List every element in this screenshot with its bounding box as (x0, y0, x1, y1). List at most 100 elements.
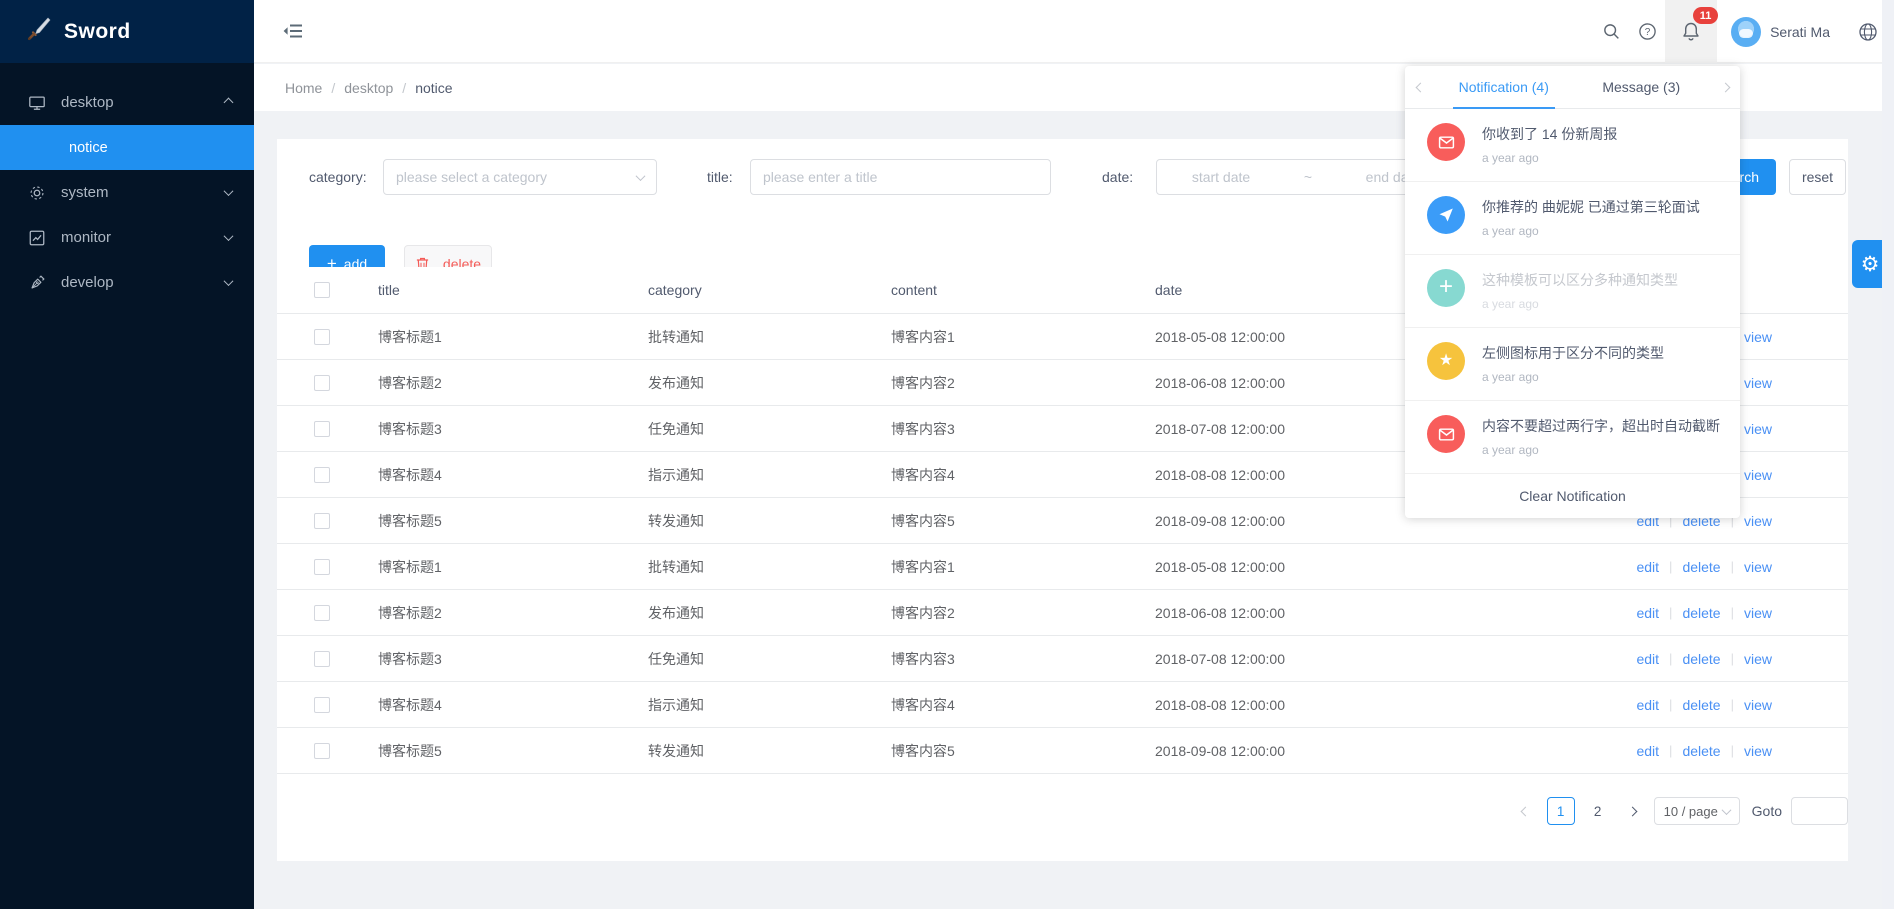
sidebar-item-label: monitor (61, 229, 225, 246)
notification-time: a year ago (1482, 297, 1678, 311)
row-action-delete[interactable]: delete (1682, 651, 1720, 667)
row-checkbox[interactable] (314, 513, 330, 529)
cell-title: 博客标题4 (378, 465, 648, 485)
cell-category: 发布通知 (648, 373, 891, 393)
action-separator: | (1669, 697, 1672, 712)
cell-date: 2018-07-08 12:00:00 (1155, 651, 1555, 667)
row-action-edit[interactable]: edit (1636, 651, 1659, 667)
tab-message[interactable]: Message (3) (1573, 66, 1711, 109)
tab-notification[interactable]: Notification (4) (1435, 66, 1573, 109)
row-checkbox[interactable] (314, 605, 330, 621)
pagination-prev-button[interactable] (1514, 797, 1538, 825)
notification-item[interactable]: 你收到了 14 份新周报a year ago (1405, 109, 1740, 182)
notification-title: 内容不要超过两行字，超出时自动截断 (1482, 418, 1720, 435)
page-size-select[interactable]: 10 / page (1654, 797, 1740, 825)
notification-item[interactable]: +这种模板可以区分多种通知类型a year ago (1405, 255, 1740, 328)
title-label: title: (707, 159, 733, 195)
sidebar-item-system[interactable]: system (0, 170, 254, 215)
reset-button[interactable]: reset (1789, 159, 1846, 195)
row-action-delete[interactable]: delete (1682, 697, 1720, 713)
tabs-prev-icon[interactable] (1405, 84, 1435, 91)
row-action-view[interactable]: view (1744, 513, 1772, 529)
row-action-view[interactable]: view (1744, 559, 1772, 575)
row-checkbox[interactable] (314, 467, 330, 483)
notification-bell-button[interactable]: 11 (1665, 0, 1717, 63)
row-checkbox[interactable] (314, 743, 330, 759)
notification-body: 内容不要超过两行字，超出时自动截断 a year ago (1482, 415, 1720, 457)
pagination-next-button[interactable] (1621, 797, 1645, 825)
sidebar-subitem-notice[interactable]: notice (0, 125, 254, 170)
goto-page-input[interactable] (1791, 797, 1848, 825)
row-action-view[interactable]: view (1744, 329, 1772, 345)
row-action-view[interactable]: view (1744, 743, 1772, 759)
row-checkbox[interactable] (314, 375, 330, 391)
notification-tabs: Notification (4)Message (3) (1405, 66, 1740, 109)
cell-category: 转发通知 (648, 511, 891, 531)
sidebar-collapse-icon[interactable] (282, 21, 304, 46)
cell-title: 博客标题2 (378, 373, 648, 393)
row-action-edit[interactable]: edit (1636, 697, 1659, 713)
row-checkbox[interactable] (314, 421, 330, 437)
cell-category: 发布通知 (648, 603, 891, 623)
cell-content: 博客内容1 (891, 557, 1155, 577)
row-action-edit[interactable]: edit (1636, 743, 1659, 759)
breadcrumb-separator: / (402, 80, 406, 96)
user-name[interactable]: Serati Ma (1770, 24, 1830, 40)
row-actions: edit|delete|view (1555, 605, 1772, 621)
notification-item[interactable]: 内容不要超过两行字，超出时自动截断 a year ago (1405, 401, 1740, 474)
pagination-page-2[interactable]: 2 (1584, 797, 1612, 825)
page-size-value: 10 / page (1664, 804, 1718, 819)
cell-content: 博客内容3 (891, 419, 1155, 439)
notification-item[interactable]: 你推荐的 曲妮妮 已通过第三轮面试a year ago (1405, 182, 1740, 255)
row-checkbox[interactable] (314, 651, 330, 667)
language-globe-icon[interactable] (1850, 0, 1886, 63)
row-action-edit[interactable]: edit (1636, 605, 1659, 621)
sidebar-item-desktop[interactable]: desktop (0, 80, 254, 125)
select-all-checkbox[interactable] (314, 282, 330, 298)
sidebar-item-develop[interactable]: develop (0, 260, 254, 305)
action-separator: | (1669, 605, 1672, 620)
avatar[interactable] (1731, 17, 1761, 47)
row-action-view[interactable]: view (1744, 375, 1772, 391)
cell-content: 博客内容3 (891, 649, 1155, 669)
search-icon[interactable] (1593, 0, 1629, 63)
cell-content: 博客内容5 (891, 741, 1155, 761)
table-row: 博客标题5转发通知博客内容52018-09-08 12:00:00edit|de… (277, 728, 1848, 774)
row-checkbox[interactable] (314, 559, 330, 575)
row-action-view[interactable]: view (1744, 467, 1772, 483)
row-action-edit[interactable]: edit (1636, 559, 1659, 575)
notification-time: a year ago (1482, 443, 1720, 457)
topbar: ? 11 Serati Ma (254, 0, 1894, 63)
table-row: 博客标题2发布通知博客内容22018-06-08 12:00:00edit|de… (277, 590, 1848, 636)
row-checkbox[interactable] (314, 697, 330, 713)
breadcrumb-item-Home[interactable]: Home (285, 80, 322, 96)
chevron-up-icon (224, 98, 234, 108)
row-checkbox[interactable] (314, 329, 330, 345)
row-action-view[interactable]: view (1744, 605, 1772, 621)
cell-content: 博客内容4 (891, 695, 1155, 715)
notification-title: 这种模板可以区分多种通知类型 (1482, 272, 1678, 289)
star-icon: ★ (1427, 342, 1465, 380)
row-action-view[interactable]: view (1744, 421, 1772, 437)
row-action-delete[interactable]: delete (1682, 605, 1720, 621)
breadcrumb-item-desktop[interactable]: desktop (344, 80, 393, 96)
row-action-delete[interactable]: delete (1682, 743, 1720, 759)
title-input[interactable] (751, 160, 1050, 194)
help-icon[interactable]: ? (1629, 0, 1665, 63)
row-action-view[interactable]: view (1744, 697, 1772, 713)
row-action-delete[interactable]: delete (1682, 559, 1720, 575)
action-separator: | (1669, 651, 1672, 666)
category-select[interactable]: please select a category (383, 159, 657, 195)
row-action-view[interactable]: view (1744, 651, 1772, 667)
sidebar-subitem-label: notice (69, 140, 108, 156)
page-scrollbar[interactable] (1882, 0, 1894, 909)
chevron-down-icon (224, 231, 234, 241)
logo[interactable]: Sword (0, 0, 254, 63)
clear-notification-button[interactable]: Clear Notification (1405, 474, 1740, 518)
sidebar-item-monitor[interactable]: monitor (0, 215, 254, 260)
chevron-down-icon (224, 276, 234, 286)
tabs-next-icon[interactable] (1710, 84, 1740, 91)
notification-item[interactable]: ★左侧图标用于区分不同的类型a year ago (1405, 328, 1740, 401)
cell-category: 转发通知 (648, 741, 891, 761)
pagination-page-1[interactable]: 1 (1547, 797, 1575, 825)
